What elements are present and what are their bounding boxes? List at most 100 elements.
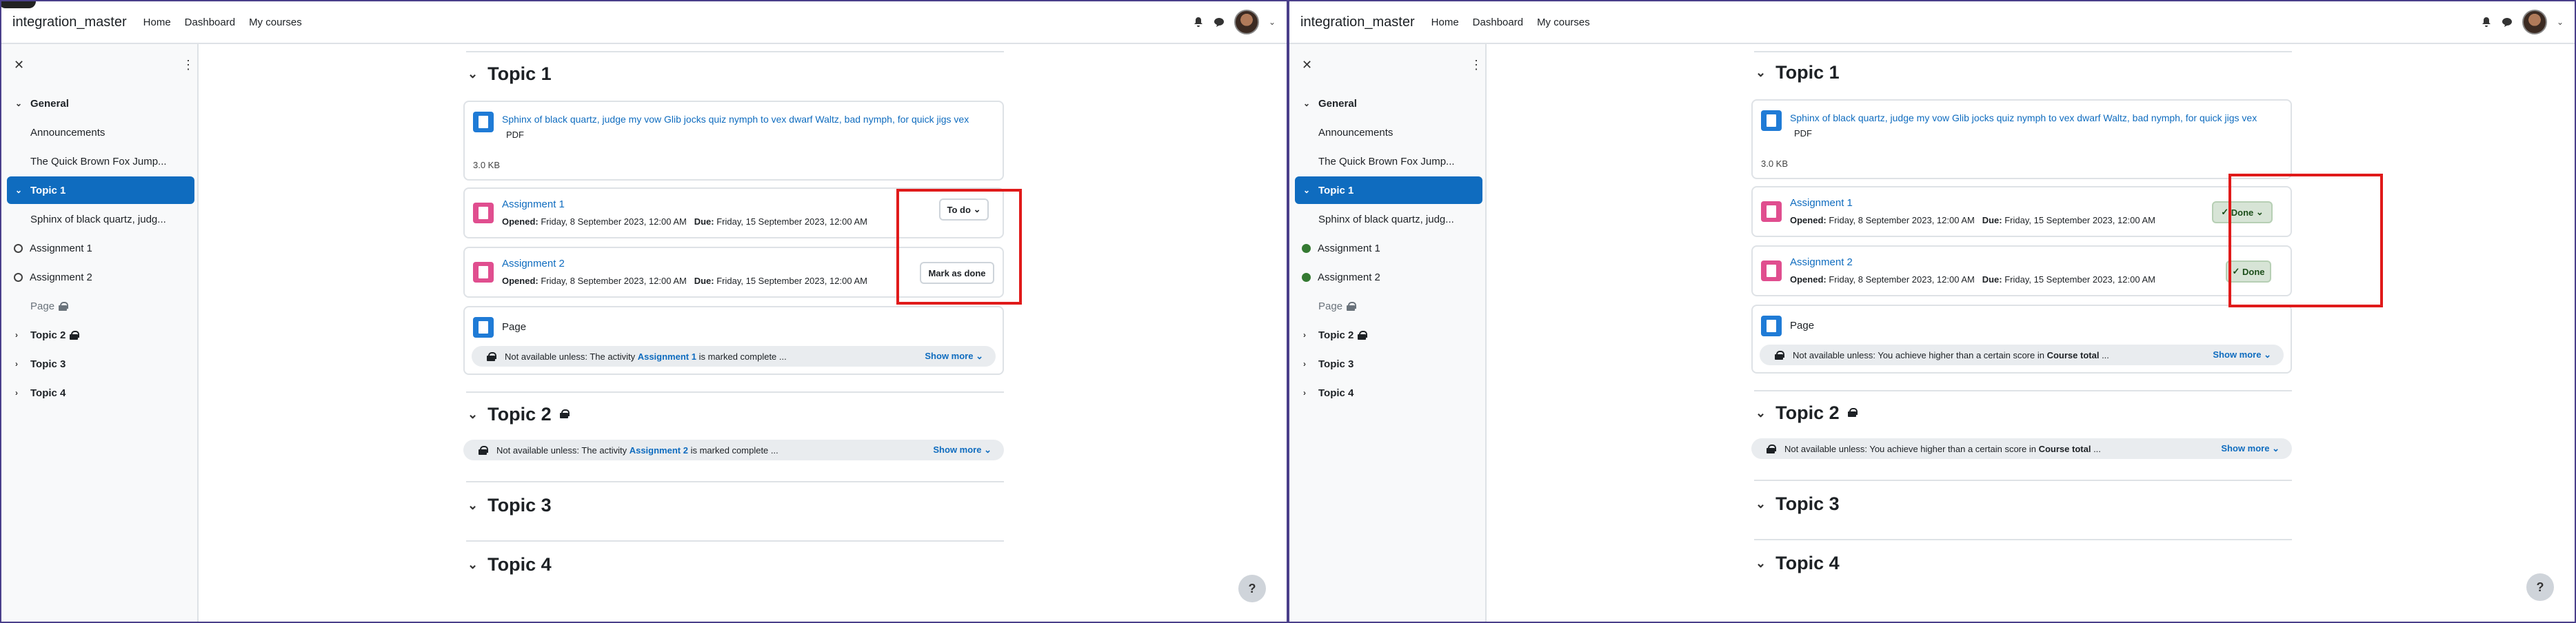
nav-home[interactable]: Home	[143, 17, 171, 28]
assignment1-link[interactable]: Assignment 1	[1790, 197, 1853, 209]
chevron-right-icon[interactable]: ›	[1303, 359, 1318, 369]
drawer-item-label: Topic 4	[30, 387, 66, 399]
drawer-item-announcements[interactable]: Announcements	[7, 119, 194, 146]
restriction-info: Not available unless: The activity Assig…	[472, 346, 996, 367]
chevron-right-icon[interactable]: ›	[1303, 330, 1318, 340]
show-more-link[interactable]: Show more ⌄	[2221, 443, 2280, 454]
assignment1-link[interactable]: Assignment 1	[502, 198, 565, 210]
drawer-item-label: General	[30, 97, 69, 110]
chat-icon[interactable]	[2502, 17, 2513, 28]
divider	[1754, 390, 2292, 391]
drawer-item-quick-brown-fox[interactable]: The Quick Brown Fox Jump...	[1295, 147, 1482, 175]
drawer-item-sphinx[interactable]: Sphinx of black quartz, judg...	[7, 205, 194, 233]
avatar[interactable]	[2522, 10, 2547, 34]
pdf-file-icon	[473, 112, 494, 132]
drawer-item-topic4[interactable]: › Topic 4	[7, 379, 194, 407]
chevron-down-icon[interactable]: ⌄	[467, 498, 478, 513]
section-title: Topic 2	[1775, 402, 1840, 423]
section-topic1-heading[interactable]: ⌄ Topic 1	[1755, 62, 1840, 83]
section-topic4-heading[interactable]: ⌄ Topic 4	[467, 554, 552, 575]
site-brand[interactable]: integration_master	[1300, 14, 1415, 30]
drawer-item-assignment2[interactable]: Assignment 2	[1295, 263, 1482, 291]
show-more-link[interactable]: Show more ⌄	[933, 445, 992, 456]
due-label: Due:	[694, 216, 714, 227]
show-more-link[interactable]: Show more ⌄	[925, 351, 983, 362]
kebab-menu-icon[interactable]: ⋮	[1470, 58, 1482, 72]
divider	[466, 391, 1004, 393]
chevron-right-icon[interactable]: ›	[15, 330, 30, 340]
drawer-item-general[interactable]: ⌄ General	[1295, 90, 1482, 117]
bell-icon[interactable]	[1193, 17, 1204, 28]
drawer-item-label: The Quick Brown Fox Jump...	[30, 155, 167, 167]
chevron-right-icon[interactable]: ›	[15, 388, 30, 398]
drawer-item-page[interactable]: Page	[7, 292, 194, 320]
nav-dashboard[interactable]: Dashboard	[185, 17, 235, 28]
nav-my-courses[interactable]: My courses	[1537, 17, 1590, 28]
site-brand[interactable]: integration_master	[12, 14, 127, 30]
chevron-down-icon[interactable]: ⌄	[1269, 17, 1276, 27]
assignment-icon	[1761, 261, 1782, 281]
drawer-item-announcements[interactable]: Announcements	[1295, 119, 1482, 146]
file-activity-link[interactable]: Sphinx of black quartz, judge my vow Gli…	[502, 114, 969, 125]
assignment2-link[interactable]: Assignment 2	[502, 258, 565, 269]
kebab-menu-icon[interactable]: ⋮	[182, 58, 194, 72]
nav-my-courses[interactable]: My courses	[249, 17, 302, 28]
drawer-item-page[interactable]: Page	[1295, 292, 1482, 320]
lock-icon	[1767, 445, 1776, 453]
assignment2-link[interactable]: Assignment 2	[1790, 256, 1853, 268]
help-button[interactable]: ?	[2526, 573, 2554, 601]
nav-dashboard[interactable]: Dashboard	[1473, 17, 1523, 28]
show-more-link[interactable]: Show more ⌄	[2213, 349, 2271, 360]
chevron-down-icon[interactable]: ⌄	[1303, 99, 1318, 108]
drawer-item-assignment1[interactable]: Assignment 1	[7, 234, 194, 262]
restriction-link[interactable]: Assignment 1	[638, 351, 696, 362]
drawer-item-topic2[interactable]: › Topic 2	[7, 321, 194, 349]
drawer-item-assignment2[interactable]: Assignment 2	[7, 263, 194, 291]
chevron-down-icon[interactable]: ⌄	[15, 99, 30, 108]
drawer-item-sphinx[interactable]: Sphinx of black quartz, judg...	[1295, 205, 1482, 233]
drawer-item-topic3[interactable]: › Topic 3	[1295, 350, 1482, 378]
file-activity-card: Sphinx of black quartz, judge my vow Gli…	[1751, 99, 2292, 179]
close-icon[interactable]: ✕	[14, 58, 24, 72]
drawer-item-topic2[interactable]: › Topic 2	[1295, 321, 1482, 349]
bell-icon[interactable]	[2481, 17, 2492, 28]
chevron-down-icon[interactable]: ⌄	[15, 185, 30, 195]
drawer-item-general[interactable]: ⌄ General	[7, 90, 194, 117]
lock-icon	[1358, 331, 1368, 340]
chevron-right-icon[interactable]: ›	[15, 359, 30, 369]
chevron-down-icon[interactable]: ⌄	[467, 407, 478, 422]
section-topic3-heading[interactable]: ⌄ Topic 3	[1755, 493, 1840, 515]
chat-icon[interactable]	[1214, 17, 1225, 28]
chevron-down-icon[interactable]: ⌄	[1755, 497, 1766, 511]
chevron-down-icon[interactable]: ⌄	[2557, 17, 2564, 27]
chevron-down-icon[interactable]: ⌄	[1755, 406, 1766, 420]
nav-home[interactable]: Home	[1431, 17, 1459, 28]
drawer-item-topic4[interactable]: › Topic 4	[1295, 379, 1482, 407]
chevron-down-icon[interactable]: ⌄	[1755, 556, 1766, 571]
chevron-down-icon[interactable]: ⌄	[1303, 185, 1318, 195]
file-title-wrap: Sphinx of black quartz, judge my vow Gli…	[502, 112, 985, 143]
chevron-right-icon[interactable]: ›	[1303, 388, 1318, 398]
drawer-item-quick-brown-fox[interactable]: The Quick Brown Fox Jump...	[7, 147, 194, 175]
file-activity-link[interactable]: Sphinx of black quartz, judge my vow Gli…	[1790, 112, 2257, 123]
chevron-down-icon[interactable]: ⌄	[467, 558, 478, 572]
chevron-down-icon[interactable]: ⌄	[1755, 65, 1766, 80]
drawer-item-topic1[interactable]: ⌄ Topic 1	[7, 176, 194, 204]
chevron-down-icon[interactable]: ⌄	[467, 67, 478, 81]
restriction-text-end: is marked complete ...	[698, 351, 787, 362]
drawer-item-assignment1[interactable]: Assignment 1	[1295, 234, 1482, 262]
drawer-item-topic3[interactable]: › Topic 3	[7, 350, 194, 378]
section-topic3-heading[interactable]: ⌄ Topic 3	[467, 495, 552, 516]
drawer-item-topic1[interactable]: ⌄ Topic 1	[1295, 176, 1482, 204]
close-icon[interactable]: ✕	[1302, 58, 1312, 72]
section-topic4-heading[interactable]: ⌄ Topic 4	[1755, 553, 1840, 574]
section-topic2-heading[interactable]: ⌄ Topic 2	[1755, 402, 1858, 424]
due-label: Due:	[694, 276, 714, 286]
restriction-link[interactable]: Assignment 2	[630, 445, 688, 456]
restriction-text: Not available unless: You achieve higher…	[1793, 349, 2044, 360]
help-button[interactable]: ?	[1238, 575, 1266, 602]
assignment2-dates: Opened: Friday, 8 September 2023, 12:00 …	[1790, 274, 2155, 285]
section-topic2-heading[interactable]: ⌄ Topic 2	[467, 404, 570, 425]
avatar[interactable]	[1234, 10, 1259, 34]
section-topic1-heading[interactable]: ⌄ Topic 1	[467, 63, 552, 85]
